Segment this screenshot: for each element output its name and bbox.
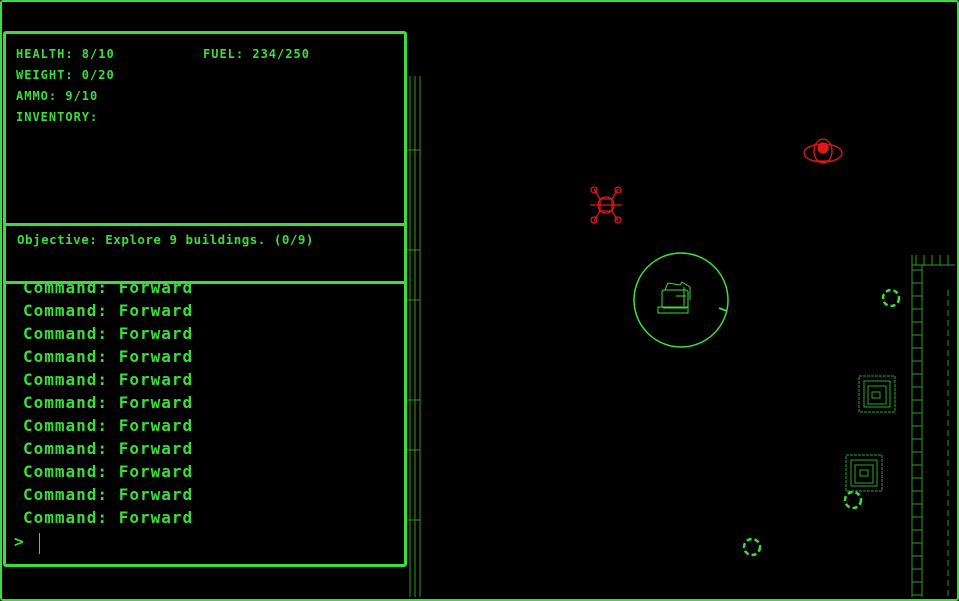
log-line: Command: Forward: [23, 324, 194, 343]
weight-readout: WEIGHT: 0/20: [16, 68, 115, 82]
tank-icon: [657, 281, 691, 314]
log-line: Command: Forward: [23, 439, 194, 458]
stats-panel: HEALTH: 8/10 FUEL: 234/250 WEIGHT: 0/20 …: [3, 31, 407, 227]
player-tank[interactable]: [633, 252, 729, 348]
objective-panel: Objective: Explore 9 buildings. (0/9): [3, 223, 407, 287]
scout-ship-icon[interactable]: [803, 138, 843, 164]
ring-marker-icon[interactable]: [843, 490, 863, 510]
log-line: Command: Forward: [23, 508, 194, 527]
log-line: Command: Forward: [23, 347, 194, 366]
log-line: Command: Forward: [23, 416, 194, 435]
map-wall-left: [406, 76, 421, 597]
command-log: Command: Forward Command: Forward Comman…: [23, 281, 194, 529]
ring-marker-icon[interactable]: [881, 288, 901, 308]
command-console[interactable]: Command: Forward Command: Forward Comman…: [3, 281, 407, 567]
ring-marker-icon[interactable]: [742, 537, 762, 557]
log-line: Command: Forward: [23, 462, 194, 481]
building-icon[interactable]: [858, 375, 896, 413]
command-input-cursor[interactable]: [39, 533, 40, 554]
ammo-readout: AMMO: 9/10: [16, 89, 99, 103]
health-readout: HEALTH: 8/10: [16, 47, 115, 61]
fuel-readout: FUEL: 234/250: [203, 47, 310, 61]
log-line: Command: Forward: [23, 370, 194, 389]
objective-text: Objective: Explore 9 buildings. (0/9): [17, 232, 314, 247]
log-line: Command: Forward: [23, 301, 194, 320]
log-line: Command: Forward: [23, 393, 194, 412]
crab-drone-icon[interactable]: [590, 186, 622, 224]
log-line: Command: Forward: [23, 281, 194, 297]
log-line: Command: Forward: [23, 485, 194, 504]
prompt-symbol: >: [14, 532, 24, 551]
inventory-label: INVENTORY:: [16, 110, 99, 124]
map-wall-right: [911, 255, 955, 597]
building-icon[interactable]: [845, 454, 883, 492]
